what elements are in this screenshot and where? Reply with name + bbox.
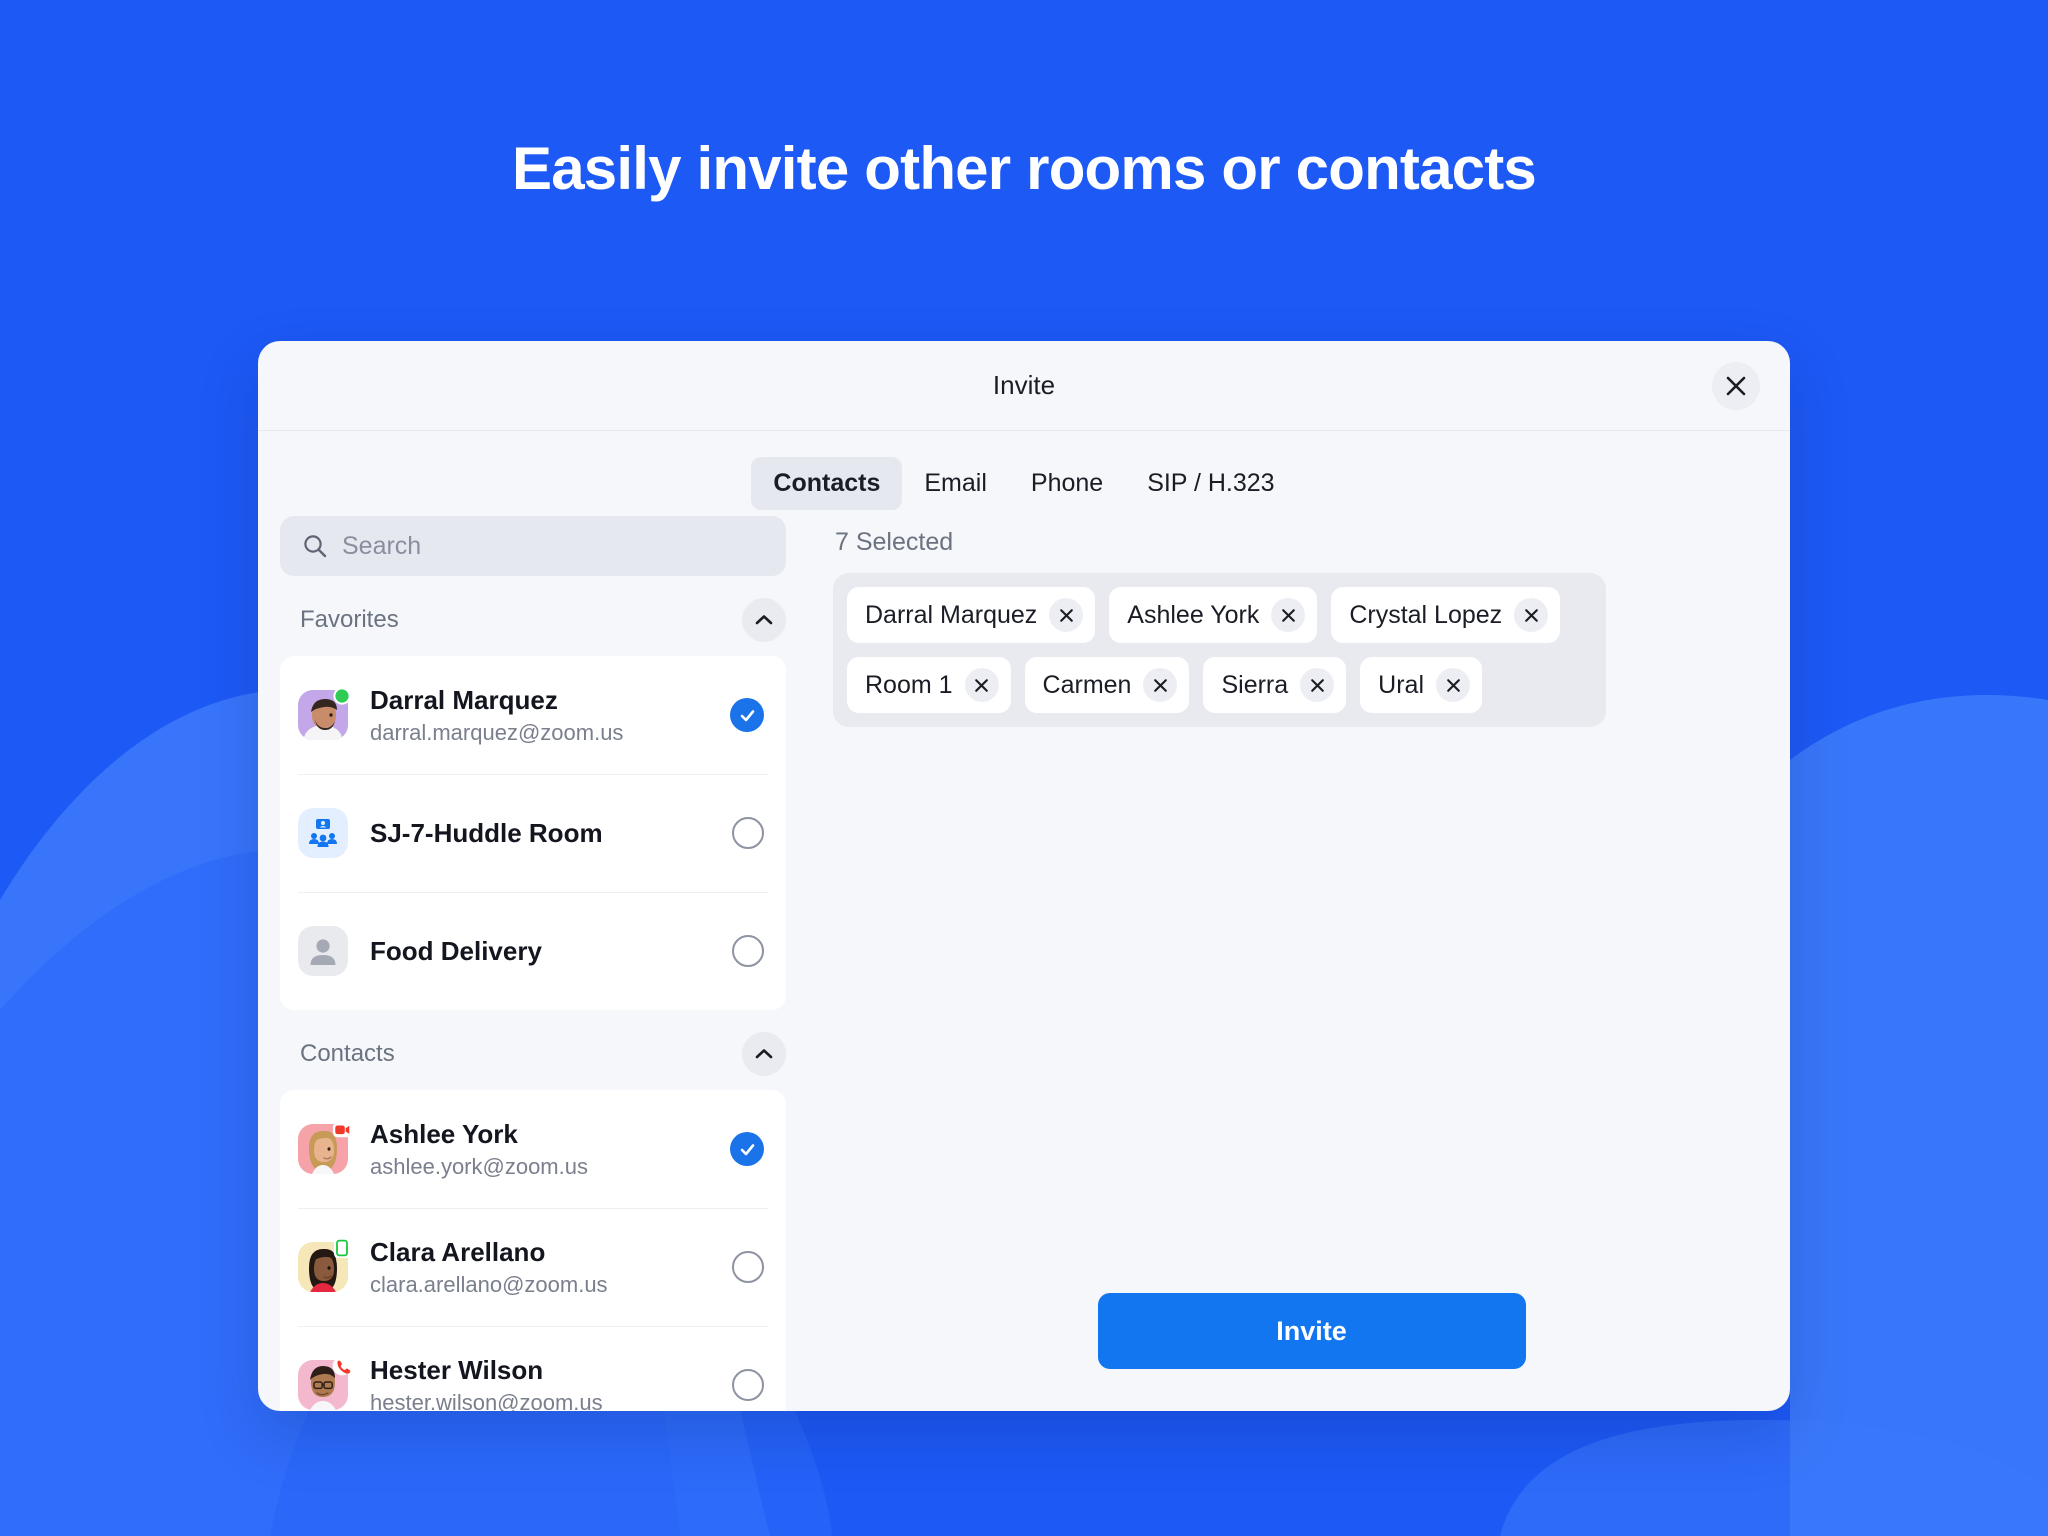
dialog-header: Invite [258,341,1790,431]
search-box[interactable] [280,516,786,576]
remove-chip-button[interactable] [964,668,999,702]
chip-label: Ashlee York [1127,600,1260,629]
section-header-favorites: Favorites [280,576,786,656]
selected-chip[interactable]: Crystal Lopez [1331,587,1561,643]
list-item[interactable]: Clara Arellano clara.arellano@zoom.us [280,1208,786,1326]
check-icon [740,709,754,721]
presence-in-meeting-icon [332,1120,352,1140]
chip-label: Sierra [1221,670,1289,699]
remove-chip-button[interactable] [1143,668,1178,702]
checkbox-unselected[interactable] [732,935,764,967]
chip-label: Ural [1378,670,1424,699]
favorites-list: Darral Marquez darral.marquez@zoom.us SJ… [280,656,786,1010]
list-item-text: SJ-7-Huddle Room [370,817,732,850]
selected-chip[interactable]: Ural [1360,657,1482,713]
close-icon [1310,678,1324,692]
presence-online-icon [332,686,352,706]
checkbox-unselected[interactable] [732,1369,764,1401]
dialog-title: Invite [992,370,1056,400]
avatar [298,1356,352,1410]
invite-dialog: Invite Contacts Email Phone SIP / H.323 [258,341,1790,1411]
close-icon [1154,678,1167,692]
list-item-text: Darral Marquez darral.marquez@zoom.us [370,684,730,747]
list-item-email: clara.arellano@zoom.us [370,1272,608,1298]
selected-chips-tray: Darral Marquez Ashlee York Crystal Lopez… [833,573,1606,727]
tab-email[interactable]: Email [902,457,1009,510]
list-item-name: Clara Arellano [370,1236,546,1267]
selected-chip[interactable]: Sierra [1203,657,1347,713]
checkbox-selected[interactable] [730,1132,764,1166]
collapse-contacts-button[interactable] [742,1032,786,1076]
remove-chip-button[interactable] [1514,598,1549,632]
selected-chip[interactable]: Ashlee York [1109,587,1318,643]
list-item-name: SJ-7-Huddle Room [370,817,603,848]
section-header-contacts: Contacts [280,1010,786,1090]
list-item-name: Ashlee York [370,1118,518,1149]
dialog-footer: Invite [808,1251,1790,1411]
tab-sip-h323[interactable]: SIP / H.323 [1125,457,1296,510]
list-item-text: Hester Wilson hester.wilson@zoom.us [370,1354,732,1411]
checkbox-selected[interactable] [730,698,764,732]
avatar [298,1238,350,1292]
chevron-up-icon [755,615,773,625]
close-icon [1446,678,1460,692]
chip-label: Crystal Lopez [1349,600,1503,629]
checkbox-unselected[interactable] [732,817,764,849]
presence-on-call-icon [332,1356,352,1376]
chevron-up-icon [755,1049,773,1059]
avatar [298,687,351,740]
selected-chip[interactable]: Room 1 [847,657,1011,713]
close-icon [1524,608,1538,622]
contact-browser-pane: Favorites [258,510,808,1411]
contacts-list: Ashlee York ashlee.york@zoom.us Clara Ar… [280,1090,786,1411]
invite-method-tabs: Contacts Email Phone SIP / H.323 [258,431,1790,510]
avatar [298,926,348,976]
list-item-email: darral.marquez@zoom.us [370,720,624,746]
remove-chip-button[interactable] [1271,598,1306,632]
remove-chip-button[interactable] [1049,598,1084,632]
list-item-text: Food Delivery [370,935,732,968]
chip-label: Darral Marquez [865,600,1038,629]
remove-chip-button[interactable] [1300,668,1335,702]
collapse-favorites-button[interactable] [742,598,786,642]
list-item-text: Clara Arellano clara.arellano@zoom.us [370,1236,732,1299]
search-input[interactable] [342,531,764,561]
selected-chip[interactable]: Darral Marquez [847,587,1096,643]
list-item-name: Food Delivery [370,935,542,966]
avatar-huddle-room-icon [298,808,348,858]
list-item-text: Ashlee York ashlee.york@zoom.us [370,1118,730,1181]
close-icon [1726,376,1746,395]
chip-label: Room 1 [865,670,953,699]
tab-contacts[interactable]: Contacts [751,457,903,510]
search-icon [304,535,327,558]
section-title-contacts: Contacts [300,1040,395,1067]
tab-phone[interactable]: Phone [1009,457,1125,510]
page-title: Easily invite other rooms or contacts [511,135,1537,202]
list-item-email: ashlee.york@zoom.us [370,1154,588,1180]
list-item[interactable]: Food Delivery [280,892,786,1010]
list-item-email: hester.wilson@zoom.us [370,1390,603,1411]
close-icon [975,678,988,692]
selected-chip[interactable]: Carmen [1024,657,1190,713]
list-item-name: Darral Marquez [370,684,558,715]
list-item[interactable]: Darral Marquez darral.marquez@zoom.us [280,656,786,774]
selected-count-label: 7 Selected [835,528,954,556]
chip-label: Carmen [1042,670,1132,699]
invite-button[interactable]: Invite [1097,1293,1526,1369]
avatar [298,808,348,858]
remove-chip-button[interactable] [1436,668,1470,702]
avatar-person-placeholder-icon [298,926,348,976]
close-button[interactable] [1712,361,1760,410]
list-item[interactable]: Hester Wilson hester.wilson@zoom.us [280,1326,786,1411]
list-item[interactable]: SJ-7-Huddle Room [280,774,786,892]
close-icon [1281,608,1295,622]
presence-mobile-icon [332,1238,352,1258]
check-icon [740,1143,754,1155]
close-icon [1059,608,1073,622]
avatar [298,1122,352,1174]
section-title-favorites: Favorites [300,606,399,633]
checkbox-unselected[interactable] [732,1251,764,1283]
list-item[interactable]: Ashlee York ashlee.york@zoom.us [280,1090,786,1208]
list-item-name: Hester Wilson [370,1354,544,1385]
